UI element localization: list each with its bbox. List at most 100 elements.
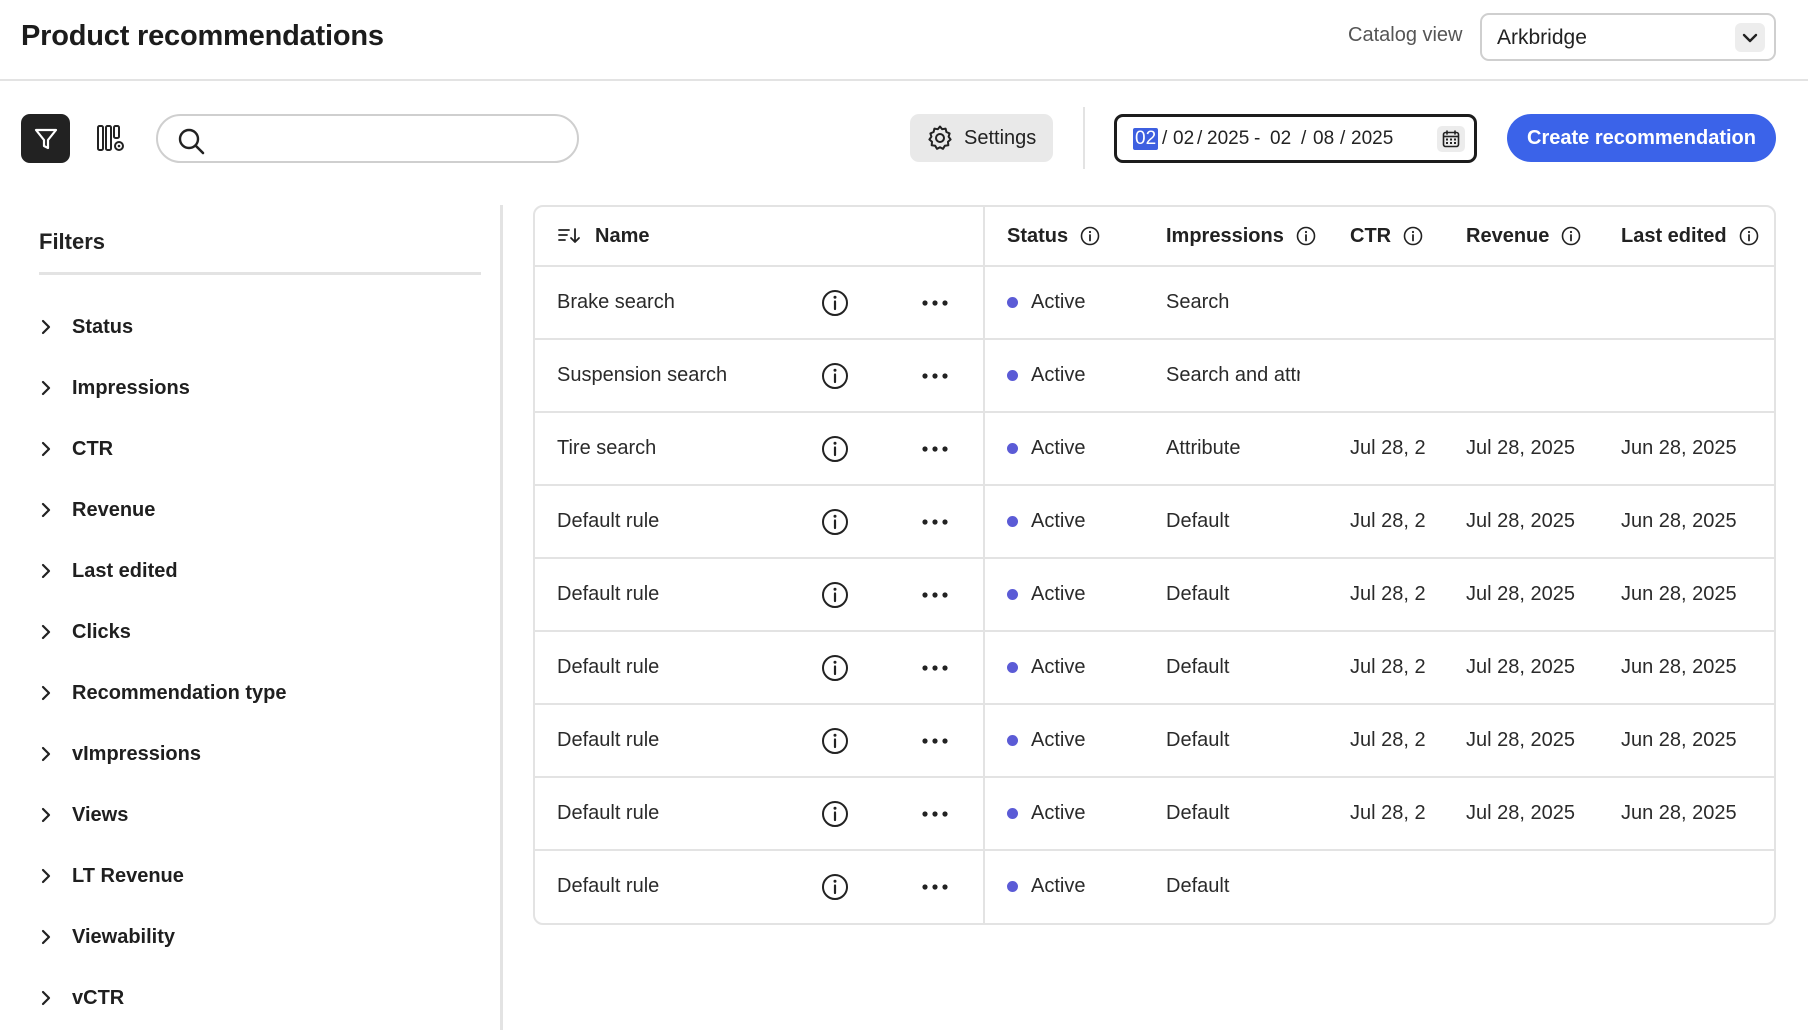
cell-impressions: Default <box>1166 583 1230 605</box>
chevron-right-icon <box>36 744 56 764</box>
cell-ctr: Jul 28, 2 <box>1350 802 1426 824</box>
search-field[interactable] <box>156 114 579 163</box>
column-header-impressions[interactable]: Impressions <box>1166 207 1316 265</box>
column-header-name[interactable]: Name <box>557 207 649 265</box>
table-row[interactable]: Default rule Active Default <box>535 849 1774 922</box>
cell-name[interactable]: Default rule <box>557 632 807 703</box>
filter-item[interactable]: CTR <box>36 429 113 469</box>
filter-item[interactable]: Viewability <box>36 917 175 957</box>
info-icon[interactable] <box>821 632 849 703</box>
filter-item-label: Views <box>72 803 129 826</box>
filter-item[interactable]: LT Revenue <box>36 856 184 896</box>
cell-revenue: Jul 28, 2025 <box>1466 437 1575 459</box>
table-row[interactable]: Default rule Active Default Jul 28, 2 Jul 28… <box>535 484 1774 557</box>
filter-item[interactable]: Impressions <box>36 368 190 408</box>
filter-item[interactable]: Revenue <box>36 490 155 530</box>
create-recommendation-button[interactable]: Create recommendation <box>1507 114 1776 162</box>
cell-name[interactable]: Default rule <box>557 705 807 776</box>
table-row[interactable]: Default rule Active Default Jul 28, 2 Jul 28… <box>535 703 1774 776</box>
date-end-year[interactable]: 2025 <box>1351 128 1393 150</box>
table-row[interactable]: Default rule Active Default Jul 28, 2 Jul 28… <box>535 630 1774 703</box>
cell-name[interactable]: Default rule <box>557 486 807 557</box>
column-header-revenue[interactable]: Revenue <box>1466 207 1581 265</box>
settings-button[interactable]: Settings <box>910 114 1053 162</box>
column-settings-button[interactable] <box>86 114 135 163</box>
info-icon[interactable] <box>821 413 849 484</box>
cell-name[interactable]: Default rule <box>557 559 807 630</box>
info-icon[interactable] <box>821 267 849 338</box>
filter-item[interactable]: vImpressions <box>36 734 201 774</box>
calendar-icon[interactable] <box>1437 126 1465 152</box>
date-start-year[interactable]: 2025 <box>1207 128 1249 150</box>
sort-icon[interactable] <box>557 226 581 246</box>
date-end-month[interactable]: 02 <box>1270 128 1291 150</box>
status-label: Active <box>1031 364 1086 386</box>
more-icon[interactable] <box>921 267 949 338</box>
cell-ctr: Jul 28, 2 <box>1350 510 1426 532</box>
column-header-name-label: Name <box>595 224 650 247</box>
cell-last-edited: Jun 28, 2025 <box>1621 583 1737 605</box>
status-dot <box>1007 808 1018 819</box>
info-icon[interactable] <box>821 559 849 630</box>
filter-item-label: vCTR <box>72 986 125 1009</box>
cell-status: Active <box>1007 267 1157 338</box>
column-header-last-edited[interactable]: Last edited <box>1621 207 1759 265</box>
catalog-view-select[interactable]: Arkbridge <box>1480 13 1776 61</box>
date-start-month[interactable]: 02 <box>1133 128 1159 150</box>
column-header-status[interactable]: Status <box>1007 207 1100 265</box>
filter-item[interactable]: Clicks <box>36 612 131 652</box>
table-row[interactable]: Brake search Active Search <box>535 265 1774 338</box>
cell-ctr: Jul 28, 2 <box>1350 583 1426 605</box>
filter-toggle-button[interactable] <box>21 114 70 163</box>
cell-revenue: Jul 28, 2025 <box>1466 729 1575 751</box>
info-icon[interactable] <box>1739 226 1759 246</box>
cell-name[interactable]: Suspension search <box>557 340 807 411</box>
info-icon[interactable] <box>1080 226 1100 246</box>
info-icon[interactable] <box>821 486 849 557</box>
filter-item[interactable]: Recommendation type <box>36 673 286 713</box>
more-icon[interactable] <box>921 705 949 776</box>
filter-item[interactable]: vCTR <box>36 978 124 1018</box>
date-start-day[interactable]: 02 <box>1173 128 1194 150</box>
filter-item[interactable]: Last edited <box>36 551 178 591</box>
info-icon[interactable] <box>1561 226 1581 246</box>
more-icon[interactable] <box>921 340 949 411</box>
table-row[interactable]: Tire search Active Attribute Jul 28, 2 Jul 2… <box>535 411 1774 484</box>
filter-item[interactable]: Views <box>36 795 128 835</box>
more-icon[interactable] <box>921 413 949 484</box>
cell-revenue: Jul 28, 2025 <box>1466 802 1575 824</box>
date-end-day[interactable]: 08 <box>1313 128 1334 150</box>
table-row[interactable]: Default rule Active Default Jul 28, 2 Jul 28… <box>535 776 1774 849</box>
table-row[interactable]: Suspension search Active Search and attr <box>535 338 1774 411</box>
column-header-ctr[interactable]: CTR <box>1350 207 1423 265</box>
more-icon[interactable] <box>921 778 949 849</box>
cell-impressions: Default <box>1166 729 1230 751</box>
cell-last-edited: Jun 28, 2025 <box>1621 656 1737 678</box>
more-icon[interactable] <box>921 851 949 922</box>
filters-divider <box>39 272 481 275</box>
chevron-right-icon <box>36 500 56 520</box>
chevron-down-icon[interactable] <box>1735 23 1765 52</box>
more-icon[interactable] <box>921 559 949 630</box>
info-icon[interactable] <box>1403 226 1423 246</box>
more-icon[interactable] <box>921 632 949 703</box>
date-range-picker[interactable]: 02 / 02 / 2025 - 02 / 08 / 2025 <box>1114 114 1477 163</box>
cell-name[interactable]: Tire search <box>557 413 807 484</box>
search-input[interactable] <box>218 124 558 153</box>
status-dot <box>1007 589 1018 600</box>
more-icon[interactable] <box>921 486 949 557</box>
cell-name[interactable]: Default rule <box>557 778 807 849</box>
filter-item-label: CTR <box>72 437 114 460</box>
info-icon[interactable] <box>821 705 849 776</box>
cell-last-edited: Jun 28, 2025 <box>1621 510 1737 532</box>
filter-item[interactable]: Status <box>36 307 133 347</box>
info-icon[interactable] <box>1296 226 1316 246</box>
cell-name[interactable]: Brake search <box>557 267 807 338</box>
catalog-view-value: Arkbridge <box>1497 26 1587 49</box>
table-row[interactable]: Default rule Active Default Jul 28, 2 Jul 28… <box>535 557 1774 630</box>
info-icon[interactable] <box>821 851 849 922</box>
cell-name[interactable]: Default rule <box>557 851 807 922</box>
column-header-ctr-label: CTR <box>1350 224 1392 247</box>
info-icon[interactable] <box>821 340 849 411</box>
info-icon[interactable] <box>821 778 849 849</box>
